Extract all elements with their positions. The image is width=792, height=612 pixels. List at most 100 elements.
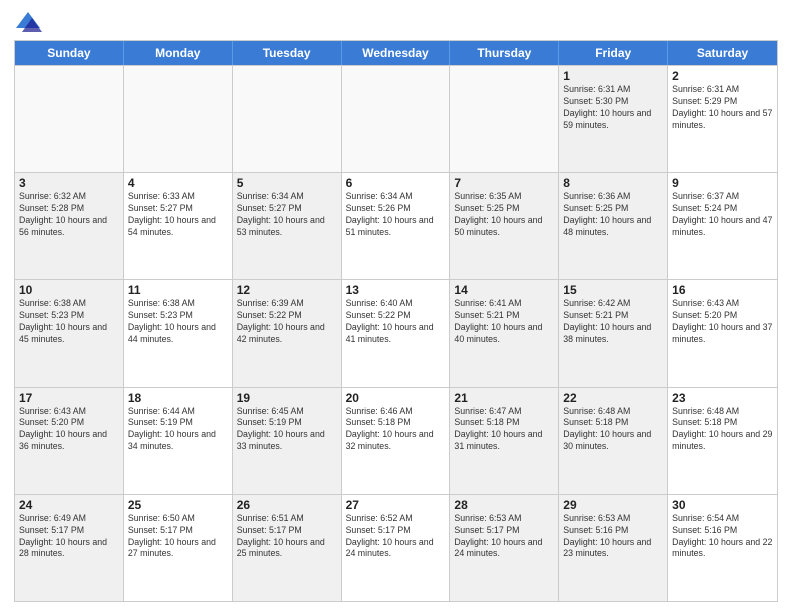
- logo: [14, 10, 46, 34]
- day-number: 7: [454, 176, 554, 190]
- logo-icon: [14, 10, 42, 34]
- calendar: SundayMondayTuesdayWednesdayThursdayFrid…: [14, 40, 778, 602]
- cal-empty-cell: [233, 66, 342, 172]
- cal-day-11: 11Sunrise: 6:38 AM Sunset: 5:23 PM Dayli…: [124, 280, 233, 386]
- day-number: 20: [346, 391, 446, 405]
- day-number: 3: [19, 176, 119, 190]
- day-number: 18: [128, 391, 228, 405]
- cal-day-2: 2Sunrise: 6:31 AM Sunset: 5:29 PM Daylig…: [668, 66, 777, 172]
- day-number: 21: [454, 391, 554, 405]
- cal-header-saturday: Saturday: [668, 41, 777, 65]
- cal-week-5: 24Sunrise: 6:49 AM Sunset: 5:17 PM Dayli…: [15, 494, 777, 601]
- cal-day-16: 16Sunrise: 6:43 AM Sunset: 5:20 PM Dayli…: [668, 280, 777, 386]
- day-number: 11: [128, 283, 228, 297]
- cal-week-1: 1Sunrise: 6:31 AM Sunset: 5:30 PM Daylig…: [15, 65, 777, 172]
- day-info: Sunrise: 6:34 AM Sunset: 5:27 PM Dayligh…: [237, 191, 337, 239]
- cal-day-4: 4Sunrise: 6:33 AM Sunset: 5:27 PM Daylig…: [124, 173, 233, 279]
- day-info: Sunrise: 6:44 AM Sunset: 5:19 PM Dayligh…: [128, 406, 228, 454]
- day-number: 14: [454, 283, 554, 297]
- cal-week-4: 17Sunrise: 6:43 AM Sunset: 5:20 PM Dayli…: [15, 387, 777, 494]
- cal-day-18: 18Sunrise: 6:44 AM Sunset: 5:19 PM Dayli…: [124, 388, 233, 494]
- cal-day-26: 26Sunrise: 6:51 AM Sunset: 5:17 PM Dayli…: [233, 495, 342, 601]
- day-info: Sunrise: 6:43 AM Sunset: 5:20 PM Dayligh…: [672, 298, 773, 346]
- day-number: 29: [563, 498, 663, 512]
- cal-empty-cell: [342, 66, 451, 172]
- day-info: Sunrise: 6:36 AM Sunset: 5:25 PM Dayligh…: [563, 191, 663, 239]
- day-number: 5: [237, 176, 337, 190]
- day-number: 17: [19, 391, 119, 405]
- day-info: Sunrise: 6:53 AM Sunset: 5:17 PM Dayligh…: [454, 513, 554, 561]
- day-number: 23: [672, 391, 773, 405]
- cal-week-3: 10Sunrise: 6:38 AM Sunset: 5:23 PM Dayli…: [15, 279, 777, 386]
- page: SundayMondayTuesdayWednesdayThursdayFrid…: [0, 0, 792, 612]
- cal-day-30: 30Sunrise: 6:54 AM Sunset: 5:16 PM Dayli…: [668, 495, 777, 601]
- day-info: Sunrise: 6:39 AM Sunset: 5:22 PM Dayligh…: [237, 298, 337, 346]
- day-number: 8: [563, 176, 663, 190]
- cal-day-19: 19Sunrise: 6:45 AM Sunset: 5:19 PM Dayli…: [233, 388, 342, 494]
- header: [14, 10, 778, 34]
- cal-day-8: 8Sunrise: 6:36 AM Sunset: 5:25 PM Daylig…: [559, 173, 668, 279]
- cal-day-13: 13Sunrise: 6:40 AM Sunset: 5:22 PM Dayli…: [342, 280, 451, 386]
- day-info: Sunrise: 6:42 AM Sunset: 5:21 PM Dayligh…: [563, 298, 663, 346]
- cal-day-29: 29Sunrise: 6:53 AM Sunset: 5:16 PM Dayli…: [559, 495, 668, 601]
- cal-day-21: 21Sunrise: 6:47 AM Sunset: 5:18 PM Dayli…: [450, 388, 559, 494]
- day-info: Sunrise: 6:38 AM Sunset: 5:23 PM Dayligh…: [128, 298, 228, 346]
- day-number: 26: [237, 498, 337, 512]
- day-info: Sunrise: 6:47 AM Sunset: 5:18 PM Dayligh…: [454, 406, 554, 454]
- cal-day-9: 9Sunrise: 6:37 AM Sunset: 5:24 PM Daylig…: [668, 173, 777, 279]
- cal-header-thursday: Thursday: [450, 41, 559, 65]
- day-info: Sunrise: 6:38 AM Sunset: 5:23 PM Dayligh…: [19, 298, 119, 346]
- day-info: Sunrise: 6:32 AM Sunset: 5:28 PM Dayligh…: [19, 191, 119, 239]
- cal-day-14: 14Sunrise: 6:41 AM Sunset: 5:21 PM Dayli…: [450, 280, 559, 386]
- day-number: 13: [346, 283, 446, 297]
- cal-day-23: 23Sunrise: 6:48 AM Sunset: 5:18 PM Dayli…: [668, 388, 777, 494]
- day-number: 25: [128, 498, 228, 512]
- day-number: 6: [346, 176, 446, 190]
- day-number: 15: [563, 283, 663, 297]
- cal-header-friday: Friday: [559, 41, 668, 65]
- cal-day-15: 15Sunrise: 6:42 AM Sunset: 5:21 PM Dayli…: [559, 280, 668, 386]
- calendar-body: 1Sunrise: 6:31 AM Sunset: 5:30 PM Daylig…: [15, 65, 777, 601]
- day-info: Sunrise: 6:31 AM Sunset: 5:29 PM Dayligh…: [672, 84, 773, 132]
- cal-header-wednesday: Wednesday: [342, 41, 451, 65]
- cal-day-24: 24Sunrise: 6:49 AM Sunset: 5:17 PM Dayli…: [15, 495, 124, 601]
- cal-day-7: 7Sunrise: 6:35 AM Sunset: 5:25 PM Daylig…: [450, 173, 559, 279]
- day-number: 22: [563, 391, 663, 405]
- day-info: Sunrise: 6:43 AM Sunset: 5:20 PM Dayligh…: [19, 406, 119, 454]
- cal-week-2: 3Sunrise: 6:32 AM Sunset: 5:28 PM Daylig…: [15, 172, 777, 279]
- day-number: 16: [672, 283, 773, 297]
- cal-day-27: 27Sunrise: 6:52 AM Sunset: 5:17 PM Dayli…: [342, 495, 451, 601]
- day-info: Sunrise: 6:41 AM Sunset: 5:21 PM Dayligh…: [454, 298, 554, 346]
- cal-day-1: 1Sunrise: 6:31 AM Sunset: 5:30 PM Daylig…: [559, 66, 668, 172]
- cal-day-6: 6Sunrise: 6:34 AM Sunset: 5:26 PM Daylig…: [342, 173, 451, 279]
- day-number: 30: [672, 498, 773, 512]
- day-info: Sunrise: 6:48 AM Sunset: 5:18 PM Dayligh…: [672, 406, 773, 454]
- day-info: Sunrise: 6:48 AM Sunset: 5:18 PM Dayligh…: [563, 406, 663, 454]
- day-info: Sunrise: 6:54 AM Sunset: 5:16 PM Dayligh…: [672, 513, 773, 561]
- day-number: 24: [19, 498, 119, 512]
- cal-empty-cell: [15, 66, 124, 172]
- day-info: Sunrise: 6:50 AM Sunset: 5:17 PM Dayligh…: [128, 513, 228, 561]
- cal-day-12: 12Sunrise: 6:39 AM Sunset: 5:22 PM Dayli…: [233, 280, 342, 386]
- day-number: 27: [346, 498, 446, 512]
- cal-day-20: 20Sunrise: 6:46 AM Sunset: 5:18 PM Dayli…: [342, 388, 451, 494]
- day-number: 19: [237, 391, 337, 405]
- day-info: Sunrise: 6:49 AM Sunset: 5:17 PM Dayligh…: [19, 513, 119, 561]
- day-number: 1: [563, 69, 663, 83]
- day-info: Sunrise: 6:51 AM Sunset: 5:17 PM Dayligh…: [237, 513, 337, 561]
- cal-day-25: 25Sunrise: 6:50 AM Sunset: 5:17 PM Dayli…: [124, 495, 233, 601]
- cal-day-10: 10Sunrise: 6:38 AM Sunset: 5:23 PM Dayli…: [15, 280, 124, 386]
- day-number: 12: [237, 283, 337, 297]
- cal-header-sunday: Sunday: [15, 41, 124, 65]
- cal-day-28: 28Sunrise: 6:53 AM Sunset: 5:17 PM Dayli…: [450, 495, 559, 601]
- cal-empty-cell: [124, 66, 233, 172]
- cal-header-monday: Monday: [124, 41, 233, 65]
- cal-day-5: 5Sunrise: 6:34 AM Sunset: 5:27 PM Daylig…: [233, 173, 342, 279]
- day-number: 28: [454, 498, 554, 512]
- day-info: Sunrise: 6:37 AM Sunset: 5:24 PM Dayligh…: [672, 191, 773, 239]
- day-number: 4: [128, 176, 228, 190]
- day-info: Sunrise: 6:52 AM Sunset: 5:17 PM Dayligh…: [346, 513, 446, 561]
- cal-header-tuesday: Tuesday: [233, 41, 342, 65]
- day-info: Sunrise: 6:31 AM Sunset: 5:30 PM Dayligh…: [563, 84, 663, 132]
- day-number: 9: [672, 176, 773, 190]
